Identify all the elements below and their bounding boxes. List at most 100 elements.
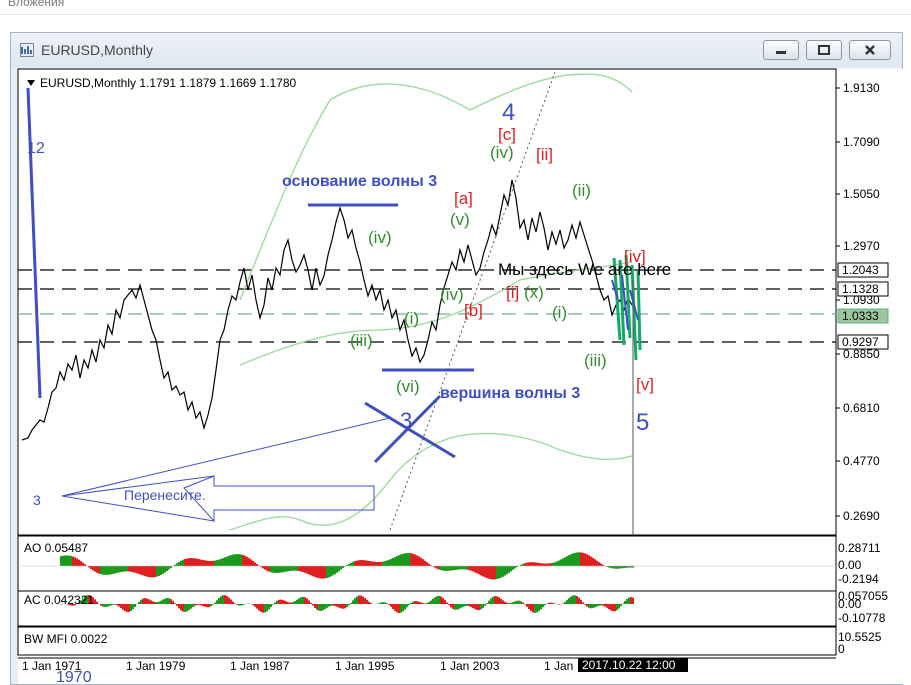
ac-bar xyxy=(276,600,278,604)
ac-bar xyxy=(598,604,600,606)
ac-bar xyxy=(252,604,254,606)
ac-bar xyxy=(492,596,494,604)
ao-bar xyxy=(392,558,394,566)
ao-bar xyxy=(584,553,586,566)
ao-bar xyxy=(342,566,344,569)
ac-bar xyxy=(430,600,432,604)
ao-bar xyxy=(264,566,266,570)
ac-bar xyxy=(158,601,160,604)
ac-bar xyxy=(240,604,242,606)
ao-bar xyxy=(198,559,200,566)
ac-bar xyxy=(540,604,542,610)
ao-bar xyxy=(214,560,216,566)
vertical-wave-line xyxy=(26,87,42,399)
ao-bar xyxy=(180,560,182,566)
time-tick-label: 1 Jan xyxy=(544,659,573,673)
ao-bar xyxy=(452,566,454,571)
ao-bar xyxy=(300,566,302,572)
ac-bar xyxy=(442,597,444,604)
ao-bar xyxy=(428,563,430,566)
ac-bar xyxy=(448,604,450,606)
ao-bar xyxy=(160,566,162,575)
ao-bar xyxy=(570,554,572,566)
ao-bar xyxy=(426,562,428,566)
ac-bar xyxy=(170,599,172,604)
ao-bar xyxy=(336,566,338,573)
ac-bar xyxy=(402,604,404,612)
ao-bar xyxy=(626,566,628,568)
chart-canvas[interactable]: 1.91301.70901.50501.29701.09300.88500.68… xyxy=(0,0,911,685)
ao-bar xyxy=(164,566,166,573)
ac-bar xyxy=(288,602,290,604)
ac-bar xyxy=(488,600,490,604)
ao-bar xyxy=(204,560,206,566)
ac-bar xyxy=(104,604,106,608)
ao-bar xyxy=(316,566,318,578)
ao-tick-top: 0.28711 xyxy=(838,541,881,555)
ao-bar xyxy=(78,559,80,566)
ao-bar xyxy=(434,566,436,568)
ao-bar xyxy=(408,553,410,566)
ao-bar xyxy=(190,558,192,566)
ao-bar xyxy=(178,561,180,566)
label-12: 12 xyxy=(27,140,45,157)
ac-bar xyxy=(370,603,372,604)
ac-bar xyxy=(536,604,538,613)
label-wave-x: (x) xyxy=(524,283,544,302)
ac-bar xyxy=(142,598,144,604)
price-box-2-label: 1.1328 xyxy=(842,282,879,296)
ao-bar xyxy=(536,562,538,566)
ac-bar xyxy=(468,604,470,607)
ac-bar xyxy=(378,603,380,604)
ac-bar xyxy=(414,601,416,604)
label-move: Перенесите. xyxy=(124,487,206,503)
ac-bar xyxy=(490,598,492,604)
label-wave-iii-right: (iii) xyxy=(584,351,607,370)
ac-bar xyxy=(310,602,312,604)
ac-bar xyxy=(486,603,488,604)
ac-bar xyxy=(514,601,516,604)
ao-bar xyxy=(442,566,444,571)
ac-bar xyxy=(548,602,550,604)
mfi-label: BW MFI 0.0022 xyxy=(24,632,108,646)
ao-bar xyxy=(132,566,134,573)
ac-bar xyxy=(302,596,304,604)
ao-bar xyxy=(576,552,578,566)
ao-bar xyxy=(402,553,404,566)
ac-bar xyxy=(116,604,118,606)
label-wave-b: [b] xyxy=(464,301,483,320)
price-box-4-label: 0.9297 xyxy=(842,335,879,349)
ao-bar xyxy=(596,560,598,566)
ao-bar xyxy=(222,558,224,566)
label-wave-i-right: (i) xyxy=(552,303,567,322)
ao-bar xyxy=(320,566,322,579)
ac-bar xyxy=(118,604,120,607)
ac-bar xyxy=(256,604,258,609)
ac-bar xyxy=(228,597,230,604)
ac-bar xyxy=(234,603,236,604)
ao-bar xyxy=(564,557,566,566)
ao-bar xyxy=(500,566,502,578)
ac-bar xyxy=(482,604,484,608)
ao-bar xyxy=(74,557,76,566)
ao-bar xyxy=(482,566,484,577)
ao-bar xyxy=(128,566,130,572)
ac-bar xyxy=(428,601,430,604)
label-wave-ii-red: [ii] xyxy=(536,145,553,164)
ac-bar xyxy=(184,604,186,612)
info-dropdown-icon[interactable] xyxy=(27,80,35,86)
ac-bar xyxy=(286,601,288,604)
ac-bar xyxy=(480,604,482,610)
ac-bar xyxy=(350,602,352,604)
ao-bar xyxy=(378,561,380,566)
ao-bar xyxy=(298,566,300,572)
ao-bar xyxy=(96,566,98,573)
ao-bar xyxy=(102,566,104,575)
ao-bar xyxy=(592,557,594,566)
ao-bar xyxy=(146,566,148,577)
ao-bar xyxy=(114,566,116,574)
ac-bar xyxy=(296,599,298,604)
ao-bar xyxy=(252,560,254,566)
ao-bar xyxy=(230,555,232,566)
ac-bar xyxy=(128,604,130,612)
